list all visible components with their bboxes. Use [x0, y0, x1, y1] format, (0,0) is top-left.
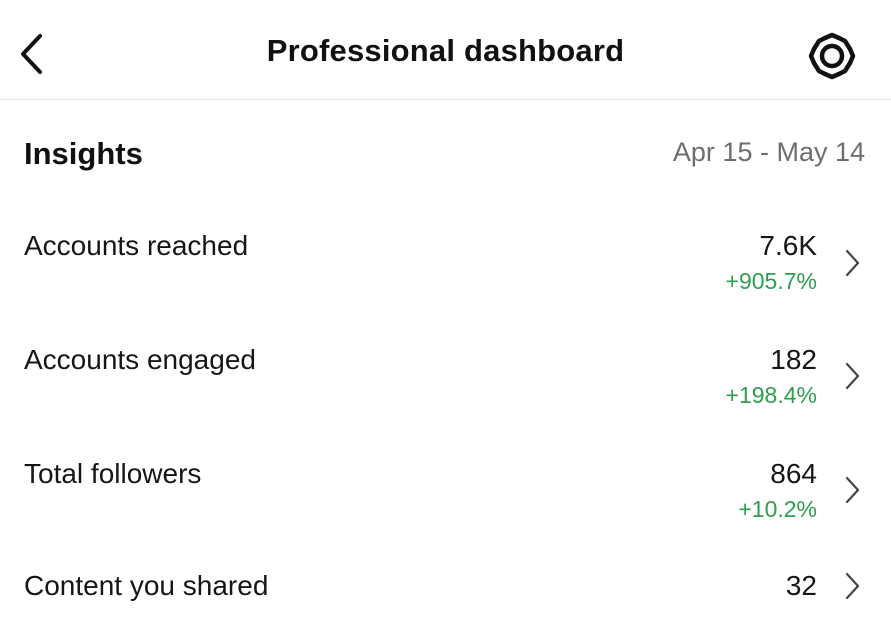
- row-label: Content you shared: [24, 570, 269, 601]
- settings-button[interactable]: [804, 28, 860, 84]
- row-label: Accounts reached: [24, 230, 249, 261]
- row-change: +905.7%: [725, 268, 817, 294]
- page-title: Professional dashboard: [266, 33, 625, 68]
- insight-row-accounts-engaged[interactable]: Accounts engaged 182 +198.4%: [0, 332, 891, 432]
- insight-row-content-shared[interactable]: Content you shared 32: [0, 560, 891, 636]
- row-change: +198.4%: [725, 382, 817, 408]
- insight-row-accounts-reached[interactable]: Accounts reached 7.6K +905.7%: [0, 218, 891, 318]
- chevron-right-icon: [840, 247, 864, 279]
- chevron-right-icon: [840, 360, 864, 392]
- chevron-right-icon: [840, 474, 864, 506]
- row-label: Accounts engaged: [24, 344, 256, 375]
- gear-icon: [808, 32, 856, 80]
- row-value: 182: [770, 344, 817, 375]
- chevron-right-icon: [840, 570, 864, 602]
- top-bar: Professional dashboard: [0, 0, 891, 100]
- row-value: 32: [785, 570, 817, 601]
- row-change: +10.2%: [738, 496, 817, 522]
- insights-heading: Insights: [24, 136, 143, 171]
- insight-row-total-followers[interactable]: Total followers 864 +10.2%: [0, 446, 891, 546]
- row-value: 7.6K: [759, 230, 817, 261]
- row-value: 864: [770, 458, 817, 489]
- date-range[interactable]: Apr 15 - May 14: [673, 137, 865, 168]
- row-label: Total followers: [24, 458, 202, 489]
